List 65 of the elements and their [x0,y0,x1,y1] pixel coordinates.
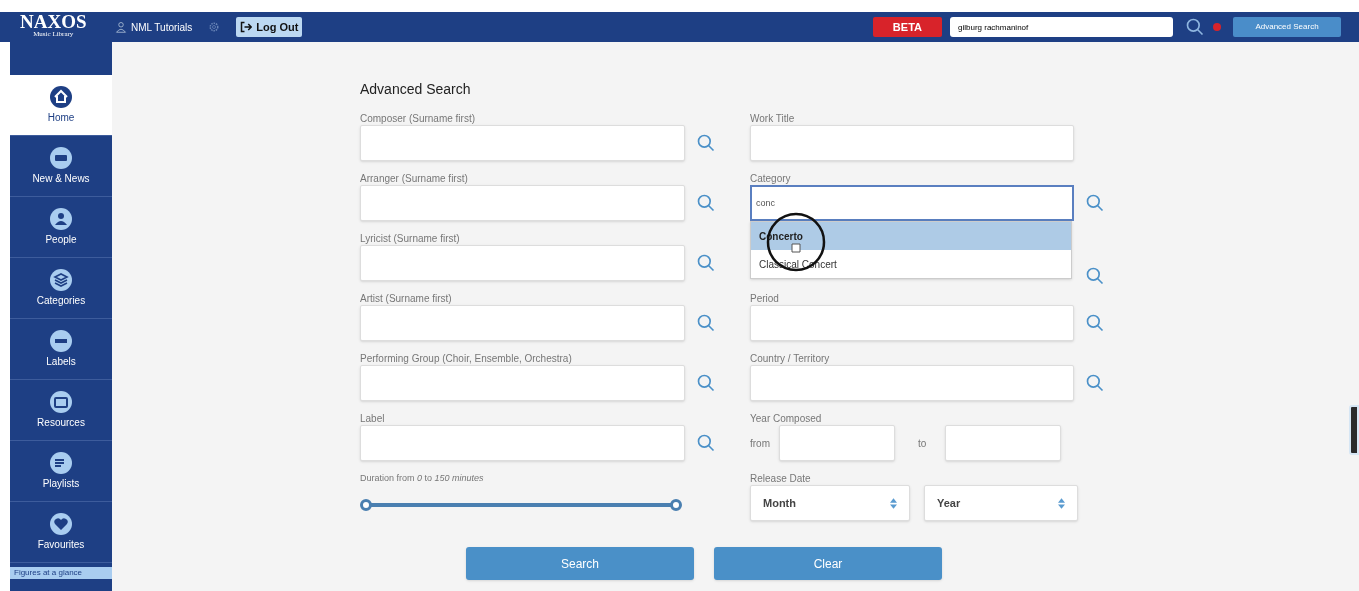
search-icon[interactable] [696,133,716,153]
field-label: Arranger (Surname first) [360,172,469,185]
text-field[interactable] [360,365,685,401]
figures-link[interactable]: Figures at a glance [10,567,112,579]
field-label: Artist (Surname first) [360,292,453,305]
field-label: Label [360,412,386,425]
category-field[interactable]: conc [750,185,1074,221]
date-select[interactable]: Month [750,485,910,521]
home-icon [49,85,73,109]
advanced-search-button[interactable]: Advanced Search [1233,17,1341,37]
label-icon [49,329,73,353]
duration-slider[interactable] [360,498,682,511]
logout-icon [240,21,253,33]
date-select[interactable]: Year [924,485,1078,521]
to-label: to [918,436,927,451]
logout-button[interactable]: Log Out [236,17,303,37]
search-icon[interactable] [1085,193,1105,213]
person-icon [49,207,73,231]
text-field[interactable] [750,125,1074,161]
text-field[interactable] [360,305,685,341]
search-icon[interactable] [1085,313,1105,333]
user-icon [115,21,127,33]
from-label: from [750,436,770,451]
gear-icon[interactable] [208,21,221,33]
slider-thumb[interactable] [360,498,372,511]
duration-label: Duration from 0 to 150 minutes [360,472,485,485]
field-label: Performing Group (Choir, Ensemble, Orchestra) [360,352,573,365]
page-title: Advanced Search [360,80,472,99]
news-badge-icon [49,146,73,170]
year-to-field[interactable] [945,425,1062,461]
side-panel-handle[interactable] [1349,405,1359,455]
beta-badge: BETA [872,17,942,37]
field-label: Release Date [750,472,812,485]
stepper-icon [890,497,897,509]
stepper-icon [1058,497,1065,509]
search-icon[interactable] [696,193,716,213]
sidebar-item[interactable]: Home [10,75,112,136]
year-from-field[interactable] [779,425,895,461]
search-icon[interactable] [1085,373,1105,393]
list-icon [49,451,73,475]
slider-thumb[interactable] [670,498,682,511]
search-icon[interactable] [696,433,716,453]
field-label: Work Title [750,112,796,125]
text-field[interactable] [360,125,685,161]
field-label: Year Composed [750,412,823,425]
field-label: Country / Territory [750,352,831,365]
search-icon[interactable] [696,373,716,393]
field-label: Period [750,292,780,305]
field-label: Lyricist (Surname first) [360,232,461,245]
search-icon[interactable] [1085,266,1105,286]
text-field[interactable] [360,185,685,221]
search-icon[interactable] [696,313,716,333]
site-search-field[interactable]: gilburg rachmaninof [950,17,1173,37]
folder-icon [49,390,73,414]
layers-icon [49,268,73,292]
logo-title: NAXOS [20,12,87,31]
text-field[interactable] [750,305,1074,341]
text-field[interactable] [360,425,685,461]
text-field[interactable] [750,365,1074,401]
search-icon[interactable] [1185,17,1205,37]
tutorials-link[interactable]: NML Tutorials [131,19,193,35]
search-icon[interactable] [696,253,716,273]
field-label: Category [750,172,792,185]
field-label: Composer (Surname first) [360,112,477,125]
text-field[interactable] [360,245,685,281]
